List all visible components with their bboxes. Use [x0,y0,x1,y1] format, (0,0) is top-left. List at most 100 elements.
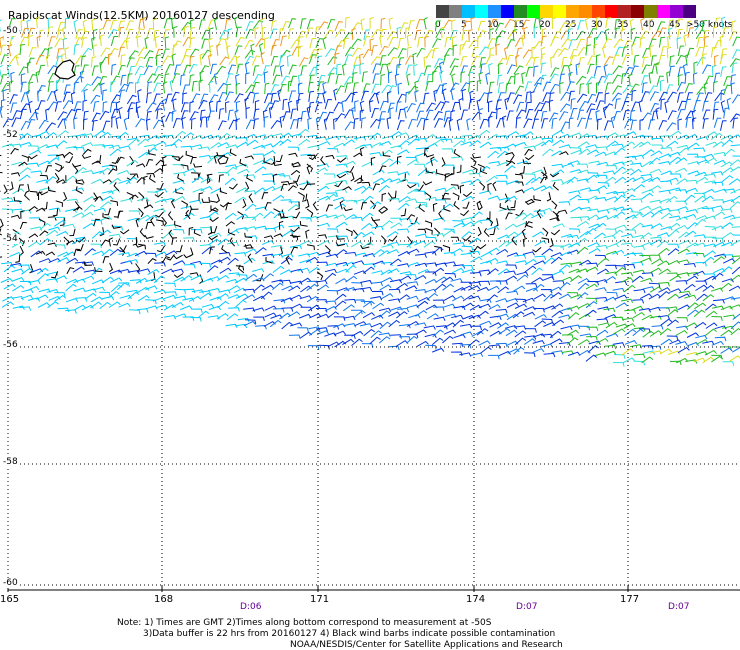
wind-barb [137,138,149,146]
wind-barb [381,220,393,228]
wind-barb [8,44,13,57]
wind-barb [285,255,290,265]
wind-barb [560,91,571,101]
wind-barb [442,54,450,65]
wind-barb [489,18,498,29]
wind-barb [586,335,598,341]
wind-barb [165,93,173,104]
latitude-label: -50 [2,26,19,36]
wind-barb [444,173,450,182]
wind-barb [371,107,379,119]
wind-barb [37,130,50,137]
wind-barb [182,132,195,140]
wind-barb [217,82,228,92]
wind-barb [145,92,152,104]
wind-barb [453,286,466,293]
wind-barb [551,130,564,137]
wind-barb [153,208,166,213]
wind-barb [569,48,578,60]
wind-barb [677,248,690,255]
wind-barb [39,29,44,41]
wind-barb [28,205,38,212]
wind-barb [702,207,714,213]
wind-barb [522,212,534,221]
wind-barb [615,280,628,286]
wind-barb [272,308,285,313]
wind-barb [723,148,735,157]
wind-barb [372,248,385,257]
wind-barb [462,201,470,209]
wind-barb [731,20,737,32]
wind-barb [27,35,34,47]
wind-barb [163,18,172,29]
wind-barb [486,217,494,227]
wind-barb [630,344,643,349]
wind-barb [396,155,402,165]
wind-barb [540,62,547,74]
wind-barb [444,186,457,193]
wind-barb [594,254,607,260]
wind-barb [576,38,585,49]
wind-barb [624,194,636,202]
wind-barb [335,221,348,229]
wind-barb [371,28,382,38]
wind-barb [145,285,158,290]
wind-barb [99,167,112,175]
wind-barb [359,323,373,328]
wind-barb [432,202,438,212]
wind-barb [722,258,736,264]
wind-barb [344,121,355,131]
wind-barb [470,352,484,357]
wind-barb [658,290,670,299]
wind-barb [307,117,312,130]
wind-barb [452,44,458,56]
wind-barb [415,18,424,30]
wind-barb [488,81,495,93]
wind-barb [504,223,517,231]
wind-barb [606,332,619,338]
wind-barb [731,266,740,275]
wind-barb [66,267,75,275]
wind-barb [513,73,520,85]
wind-barb [298,138,310,146]
wind-barb [345,275,358,283]
wind-barb [101,89,108,101]
wind-barb [82,19,88,32]
wind-barb [351,28,356,40]
wind-barb [496,174,508,180]
wind-barb [593,66,601,77]
wind-barb [641,135,653,141]
wind-barb [462,20,471,31]
wind-barb [460,56,468,67]
wind-barb [318,21,329,31]
wind-barb [705,328,717,336]
wind-barb [360,18,365,31]
wind-barb [173,64,181,75]
wind-barb [269,319,282,328]
time-label: D:06 [240,602,262,612]
wind-barb [398,140,410,148]
wind-barb [378,307,392,312]
wind-barb [264,305,277,311]
wind-barb [57,130,69,138]
wind-barb [684,213,697,219]
longitude-label: 174 [466,594,486,605]
wind-barb [235,299,247,308]
wind-barb [496,260,509,265]
wind-barb [388,235,398,242]
wind-barb [63,84,71,95]
wind-barb [12,276,25,282]
wind-barb [48,207,61,212]
wind-barb [434,187,448,192]
wind-barb [273,208,281,216]
wind-barb [271,39,280,50]
wind-barb [731,94,740,104]
wind-barb [325,111,334,122]
wind-barb [351,282,363,288]
wind-barb [675,224,688,231]
wind-barb [702,109,711,120]
wind-barb [667,243,680,249]
wind-barb [18,264,31,269]
wind-barb [461,231,473,239]
wind-barb [675,189,688,194]
